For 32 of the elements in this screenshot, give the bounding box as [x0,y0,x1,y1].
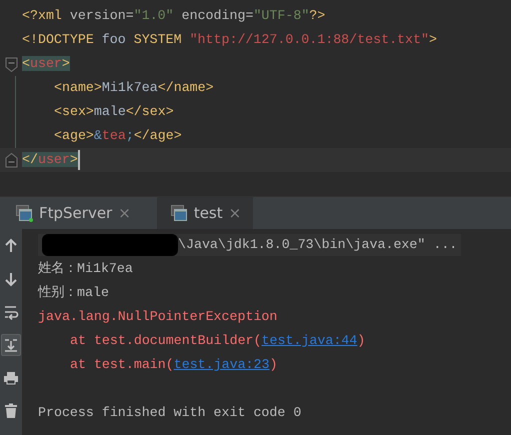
stack-trace-line: at test.main(test.java:23) [70,356,278,374]
close-icon[interactable]: × [118,202,131,224]
code-line: <?xml version="1.0" encoding="UTF-8"?> [22,7,326,26]
console-line: Process finished with exit code 0 [38,404,302,422]
code-line: <user> [22,55,70,74]
window-icon [170,204,188,222]
fold-icon[interactable] [4,152,18,168]
code-line: <name>Mi1k7ea</name> [54,79,214,98]
scroll-to-end-button[interactable] [1,334,21,356]
source-link[interactable]: test.java:44 [262,333,358,348]
fold-icon[interactable] [4,56,18,72]
text-cursor [78,150,80,170]
soft-wrap-icon [3,304,19,320]
console-line: \Java\jdk1.8.0_73\bin\java.exe" ... [178,236,458,254]
scroll-to-end-icon [3,337,19,353]
printer-icon [3,370,19,386]
close-icon[interactable]: × [228,202,242,224]
stack-trace-line: at test.documentBuilder(test.java:44) [70,332,366,350]
code-line: <age>&tea;</age> [54,127,182,146]
code-line: </user> [22,151,78,170]
console-line: java.lang.NullPointerException [38,308,278,326]
code-line: <!DOCTYPE foo SYSTEM "http://127.0.0.1:88/test.txt"> [22,31,437,50]
window-icon [16,204,33,222]
up-arrow-icon [3,238,19,254]
console-line: 姓名：Mi1k7ea [38,260,133,278]
trash-icon [3,403,19,419]
run-tab[interactable]: test × [156,197,254,229]
down-arrow-icon [3,271,19,287]
run-tab[interactable]: FtpServer × [12,197,143,229]
code-line: <sex>male</sex> [54,103,174,122]
console-line: 性别：male [38,284,109,302]
source-link[interactable]: test.java:23 [174,357,270,372]
